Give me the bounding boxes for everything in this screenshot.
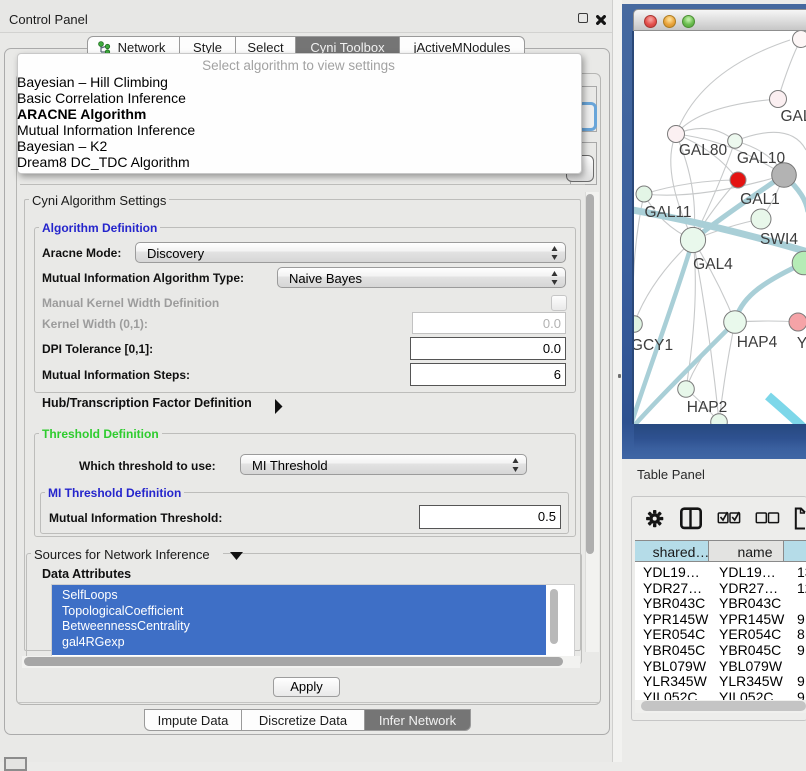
svg-text:SWI4: SWI4 [760, 231, 798, 248]
svg-text:GAL: GAL [780, 108, 806, 125]
svg-text:GAL11: GAL11 [644, 204, 691, 221]
svg-text:HAP2: HAP2 [687, 399, 728, 416]
svg-text:GAL10: GAL10 [737, 150, 786, 167]
svg-text:HAP4: HAP4 [737, 334, 778, 351]
svg-text:GCY1: GCY1 [634, 337, 673, 354]
svg-text:GAL1: GAL1 [740, 191, 780, 208]
svg-text:GAL80: GAL80 [679, 142, 728, 159]
svg-text:Y: Y [797, 335, 806, 352]
svg-text:GAL4: GAL4 [693, 256, 733, 273]
